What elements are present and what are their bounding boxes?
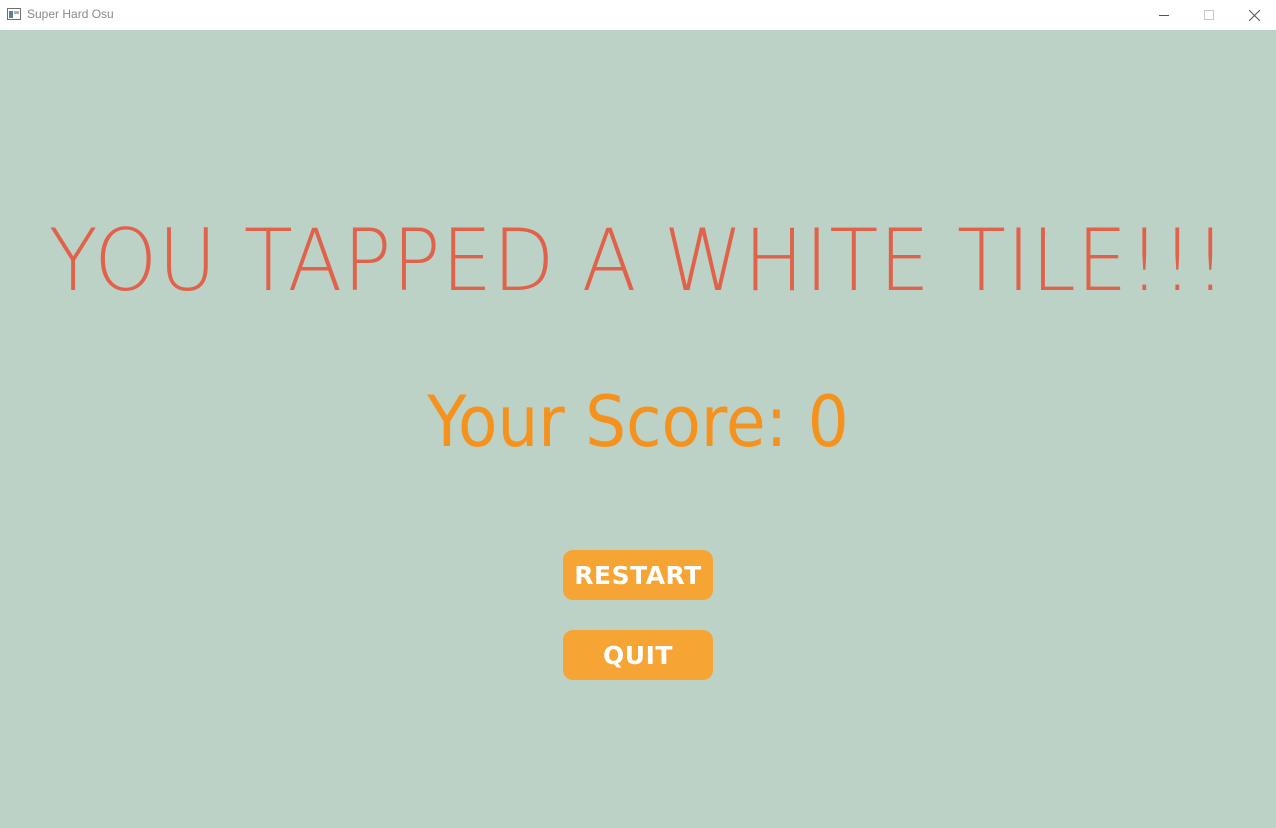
- maximize-icon: [1204, 10, 1214, 20]
- minimize-button[interactable]: [1141, 0, 1187, 30]
- close-icon: [1248, 9, 1260, 21]
- score-display: Your Score: 0: [427, 381, 849, 463]
- game-over-screen: YOU TAPPED A WHITE TILE!!! Your Score: 0…: [0, 30, 1276, 828]
- window-title: Super Hard Osu: [27, 7, 114, 21]
- title-bar[interactable]: Super Hard Osu: [0, 0, 1276, 30]
- restart-button[interactable]: RESTART: [563, 550, 713, 600]
- quit-button[interactable]: QUIT: [563, 630, 713, 680]
- maximize-button[interactable]: [1186, 0, 1232, 30]
- minimize-icon: [1159, 15, 1169, 16]
- close-button[interactable]: [1231, 0, 1276, 30]
- app-window: Super Hard Osu YOU TAPPED A WHITE TILE!!…: [0, 0, 1276, 828]
- app-window-icon: [7, 8, 21, 20]
- game-over-headline: YOU TAPPED A WHITE TILE!!!: [48, 211, 1228, 311]
